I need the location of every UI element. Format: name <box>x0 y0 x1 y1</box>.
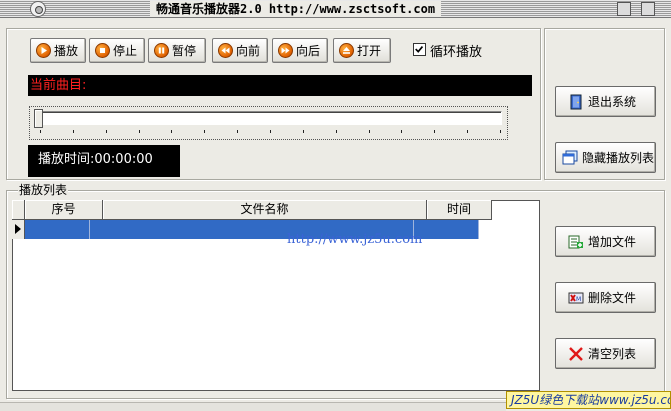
play-button[interactable]: 播放 <box>30 38 86 63</box>
checkmark-icon <box>415 45 424 53</box>
hide-playlist-label: 隐藏播放列表 <box>582 151 655 165</box>
stop-label: 停止 <box>113 44 138 58</box>
clear-list-button[interactable]: 清空列表 <box>555 338 656 369</box>
play-time-text: 播放时间:00:00:00 <box>38 152 153 167</box>
slider-tick <box>106 130 107 133</box>
minimize-icon[interactable] <box>617 2 631 16</box>
close-icon[interactable] <box>641 2 655 16</box>
delete-file-button[interactable]: M 删除文件 <box>555 282 656 313</box>
open-button[interactable]: 打开 <box>333 38 391 63</box>
previous-button[interactable]: 向前 <box>212 38 268 63</box>
exit-label: 退出系统 <box>588 95 637 109</box>
pause-icon <box>154 43 169 58</box>
exit-button[interactable]: 退出系统 <box>555 86 656 117</box>
open-label: 打开 <box>357 44 382 58</box>
slider-tick <box>369 130 370 133</box>
slider-tick <box>434 130 435 133</box>
pause-label: 暂停 <box>172 44 197 58</box>
next-button[interactable]: 向后 <box>272 38 328 63</box>
pause-button[interactable]: 暂停 <box>148 38 206 63</box>
add-file-label: 增加文件 <box>588 235 637 249</box>
stop-button[interactable]: 停止 <box>89 38 145 63</box>
watermark-text: http://www.jz5u.com <box>287 232 423 247</box>
loop-checkbox[interactable] <box>413 43 426 56</box>
delete-file-icon: M <box>568 290 584 306</box>
cell-time[interactable] <box>414 220 479 239</box>
slider-tick <box>270 130 271 133</box>
row-header-corner <box>12 200 25 220</box>
hide-playlist-button[interactable]: 隐藏播放列表 <box>555 142 656 173</box>
slider-tick <box>303 130 304 133</box>
slider-tick <box>73 130 74 133</box>
eject-icon <box>339 43 354 58</box>
playlist-header: 序号 文件名称 时间 <box>12 200 492 220</box>
play-label: 播放 <box>54 44 79 58</box>
title-bar[interactable]: 畅通音乐播放器2.0 http://www.zsctsoft.com <box>0 0 671 18</box>
svg-text:M: M <box>576 296 581 303</box>
slider-tick <box>171 130 172 133</box>
window-title: 畅通音乐播放器2.0 http://www.zsctsoft.com <box>150 1 442 17</box>
previous-label: 向前 <box>236 44 261 58</box>
progress-slider-track[interactable] <box>39 111 502 125</box>
slider-tick <box>237 130 238 133</box>
slider-tick <box>500 130 501 133</box>
delete-file-label: 删除文件 <box>588 291 637 305</box>
exit-door-icon <box>568 94 584 110</box>
progress-slider-thumb[interactable] <box>34 109 43 128</box>
slider-tick <box>204 130 205 133</box>
app-icon[interactable] <box>30 1 46 17</box>
row-pointer-icon <box>12 220 25 239</box>
add-list-icon <box>568 234 584 250</box>
slider-tick <box>40 130 41 133</box>
close-x-icon <box>568 346 584 362</box>
slider-tick <box>401 130 402 133</box>
stop-icon <box>95 43 110 58</box>
slider-tick <box>139 130 140 133</box>
slider-tick <box>467 130 468 133</box>
rewind-icon <box>218 43 233 58</box>
status-bar <box>0 402 506 411</box>
column-filename[interactable]: 文件名称 <box>103 200 427 220</box>
play-time-display: 播放时间:00:00:00 <box>28 145 180 177</box>
site-badge: JZ5U绿色下载站www.jz5u.com <box>506 391 671 409</box>
window-icon <box>562 150 578 166</box>
playlist-group-label: 播放列表 <box>18 183 69 197</box>
cell-index[interactable] <box>25 220 90 239</box>
current-song-display: 当前曲目: <box>28 75 532 96</box>
current-song-label: 当前曲目: <box>30 78 87 93</box>
loop-label[interactable]: 循环播放 <box>430 41 482 60</box>
slider-tick <box>336 130 337 133</box>
play-icon <box>36 43 51 58</box>
column-time[interactable]: 时间 <box>427 200 492 220</box>
next-label: 向后 <box>296 44 321 58</box>
column-index[interactable]: 序号 <box>25 200 103 220</box>
add-file-button[interactable]: 增加文件 <box>555 226 656 257</box>
clear-list-label: 清空列表 <box>588 347 637 361</box>
fast-forward-icon <box>278 43 293 58</box>
